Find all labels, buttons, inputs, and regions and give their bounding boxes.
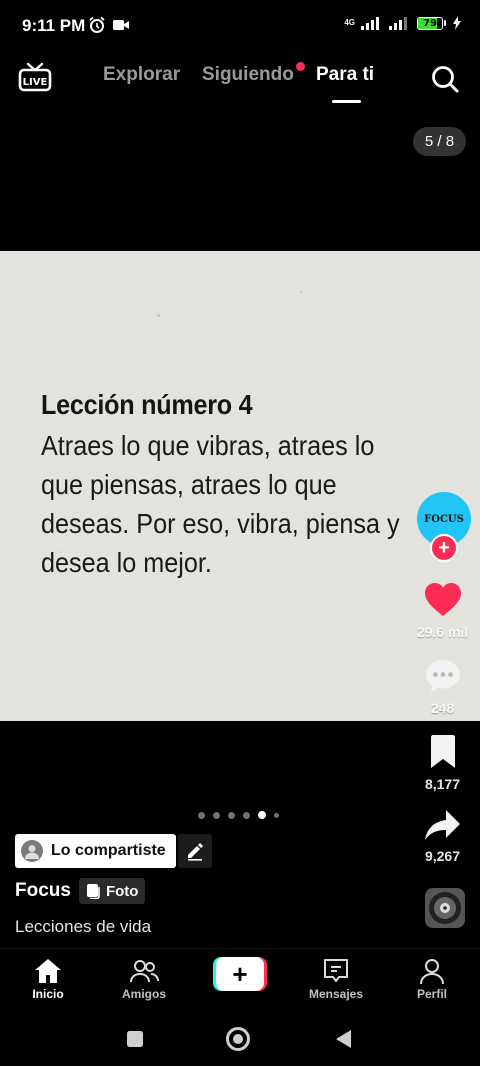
heart-icon — [424, 583, 461, 616]
battery-indicator: 79 — [417, 16, 446, 30]
circle-icon — [226, 1027, 250, 1051]
create-button[interactable]: + — [213, 957, 267, 991]
lesson-line: que piensas, atraes lo que — [41, 469, 337, 500]
lesson-line: desea lo mejor. — [41, 547, 212, 578]
tab-explorar[interactable]: Explorar — [103, 64, 180, 86]
user-avatar — [21, 840, 43, 862]
lesson-title: Lección número 4 — [41, 389, 253, 420]
home-icon — [35, 959, 61, 983]
photo-page-counter: 5 / 8 — [413, 127, 466, 156]
bookmark-icon — [430, 735, 455, 768]
plus-icon: + — [216, 957, 264, 991]
slide-dot — [274, 812, 279, 818]
video-camera-icon — [113, 20, 129, 30]
battery-level: 79 — [423, 17, 437, 29]
signal-icon-secondary — [389, 17, 407, 30]
nav-friends-label: Amigos — [121, 987, 166, 1001]
like-count: 29.6 mil — [416, 624, 469, 640]
back-button[interactable] — [330, 1026, 356, 1052]
save-count: 8,177 — [424, 776, 461, 792]
notification-dot — [296, 62, 305, 71]
status-left-icons — [88, 16, 130, 34]
system-nav-bar — [0, 1010, 480, 1066]
square-icon — [127, 1031, 143, 1047]
friends-icon — [130, 960, 159, 983]
status-time: 9:11 PM — [22, 16, 86, 35]
post-caption[interactable]: Lecciones de vida — [15, 917, 151, 937]
photo-stack-icon — [86, 884, 100, 899]
nav-home-label: Inicio — [32, 987, 64, 1001]
status-bar: 9:11 PM 4G 79 — [0, 0, 480, 52]
creator-avatar-wrap: FOCUS + — [417, 492, 471, 562]
comment-button[interactable]: 248 — [405, 658, 480, 716]
signal-icon — [361, 17, 379, 30]
home-system-button[interactable] — [225, 1026, 251, 1052]
nav-messages-label: Mensajes — [308, 987, 364, 1001]
nav-home[interactable]: Inicio — [8, 957, 88, 1001]
share-arrow-icon — [424, 810, 460, 840]
slide-dot — [198, 811, 205, 819]
status-right: 4G 79 — [344, 16, 462, 30]
author-row: Focus Foto — [15, 878, 146, 904]
charging-icon — [453, 16, 461, 30]
slide-dot — [243, 811, 250, 819]
tab-siguiendo[interactable]: Siguiendo — [202, 64, 294, 86]
bottom-nav: Inicio Amigos + Mensajes Perfil — [0, 948, 480, 1010]
alarm-icon — [89, 16, 105, 33]
share-count: 9,267 — [424, 848, 461, 864]
sound-disc[interactable] — [425, 888, 465, 928]
nav-messages[interactable]: Mensajes — [296, 957, 376, 1001]
comment-count: 248 — [430, 700, 455, 716]
edit-button[interactable] — [178, 834, 212, 868]
slide-dot-active — [258, 811, 266, 819]
search-icon — [432, 66, 459, 93]
photo-slide[interactable]: Lección número 4 Atraes lo que vibras, a… — [0, 251, 480, 721]
author-name[interactable]: Focus — [15, 880, 71, 902]
recents-button[interactable] — [122, 1026, 148, 1052]
person-icon — [25, 845, 39, 859]
shared-label: Lo compartiste — [51, 842, 166, 859]
share-button[interactable]: 9,267 — [405, 808, 480, 864]
nav-friends[interactable]: Amigos — [104, 957, 184, 1001]
paper-speck — [300, 291, 302, 293]
profile-icon — [420, 959, 444, 985]
slide-dot — [213, 811, 220, 819]
active-tab-indicator — [332, 100, 361, 103]
save-button[interactable]: 8,177 — [405, 734, 480, 792]
lesson-body: Atraes lo que vibras, atraes lo que pien… — [41, 426, 464, 582]
comment-icon — [425, 660, 460, 692]
feed-tabs: Explorar Siguiendo Para ti — [0, 52, 480, 106]
follow-button[interactable]: + — [430, 534, 458, 562]
photo-badge: Foto — [78, 878, 146, 904]
network-type: 4G — [344, 18, 355, 27]
shared-chip[interactable]: Lo compartiste — [15, 834, 176, 868]
nav-profile-label: Perfil — [416, 987, 447, 1001]
lesson-line: Atraes lo que vibras, atraes lo — [41, 430, 375, 461]
photo-badge-label: Foto — [105, 882, 139, 900]
slide-dot — [228, 811, 235, 819]
tab-para-ti[interactable]: Para ti — [316, 64, 374, 86]
slide-indicator — [198, 811, 279, 819]
nav-profile[interactable]: Perfil — [392, 957, 472, 1001]
like-button[interactable]: 29.6 mil — [405, 582, 480, 640]
music-disc-icon — [429, 892, 461, 924]
pencil-icon — [188, 843, 203, 861]
messages-icon — [324, 959, 348, 982]
search-button[interactable] — [430, 64, 460, 94]
paper-speck — [157, 314, 160, 317]
lesson-line: deseas. Por eso, vibra, piensa y — [41, 508, 400, 539]
top-nav: LIVE Explorar Siguiendo Para ti — [0, 52, 480, 106]
back-triangle-icon — [336, 1030, 351, 1048]
